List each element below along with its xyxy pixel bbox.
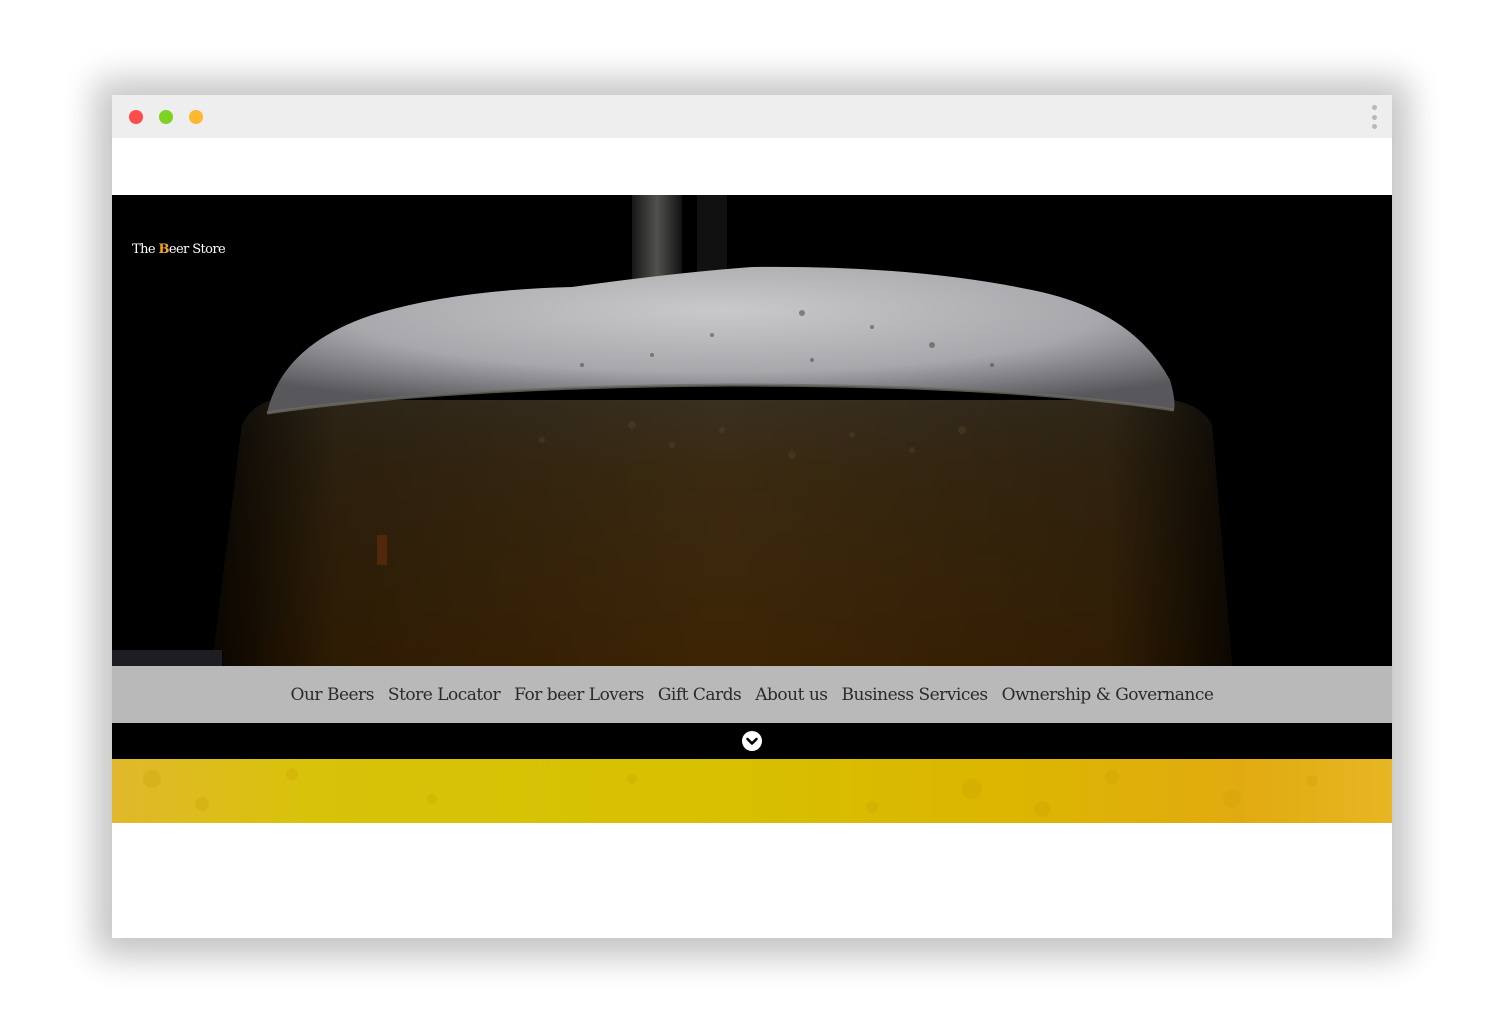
- kebab-menu-icon[interactable]: [1370, 105, 1378, 129]
- nav-item-for-beer-lovers[interactable]: For beer Lovers: [514, 685, 644, 705]
- hero-image: The Beer Store: [112, 195, 1392, 666]
- nav-item-store-locator[interactable]: Store Locator: [388, 685, 501, 705]
- beer-texture-banner: [112, 759, 1392, 823]
- logo-highlight-letter: B: [158, 242, 169, 257]
- nav-item-ownership-governance[interactable]: Ownership & Governance: [1002, 685, 1214, 705]
- maximize-button[interactable]: [189, 110, 203, 124]
- scroll-down-bar: [112, 723, 1392, 759]
- chevron-down-icon: [746, 737, 758, 745]
- nav-item-about-us[interactable]: About us: [755, 685, 828, 705]
- logo-text-the: The: [132, 242, 159, 257]
- beer-glass-illustration: [112, 195, 1392, 666]
- close-button[interactable]: [129, 110, 143, 124]
- beer-bubbles-texture: [143, 768, 1318, 817]
- browser-window: The Beer Store Our Beers Store Locator F…: [112, 95, 1392, 938]
- nav-item-our-beers[interactable]: Our Beers: [291, 685, 375, 705]
- site-logo[interactable]: The Beer Store: [132, 242, 226, 257]
- window-chrome: [112, 95, 1392, 138]
- logo-text-store: eer Store: [168, 242, 226, 257]
- scroll-down-button[interactable]: [742, 731, 762, 751]
- main-navigation: Our Beers Store Locator For beer Lovers …: [112, 666, 1392, 723]
- nav-item-business-services[interactable]: Business Services: [842, 685, 989, 705]
- nav-item-gift-cards[interactable]: Gift Cards: [658, 685, 742, 705]
- minimize-button[interactable]: [159, 110, 173, 124]
